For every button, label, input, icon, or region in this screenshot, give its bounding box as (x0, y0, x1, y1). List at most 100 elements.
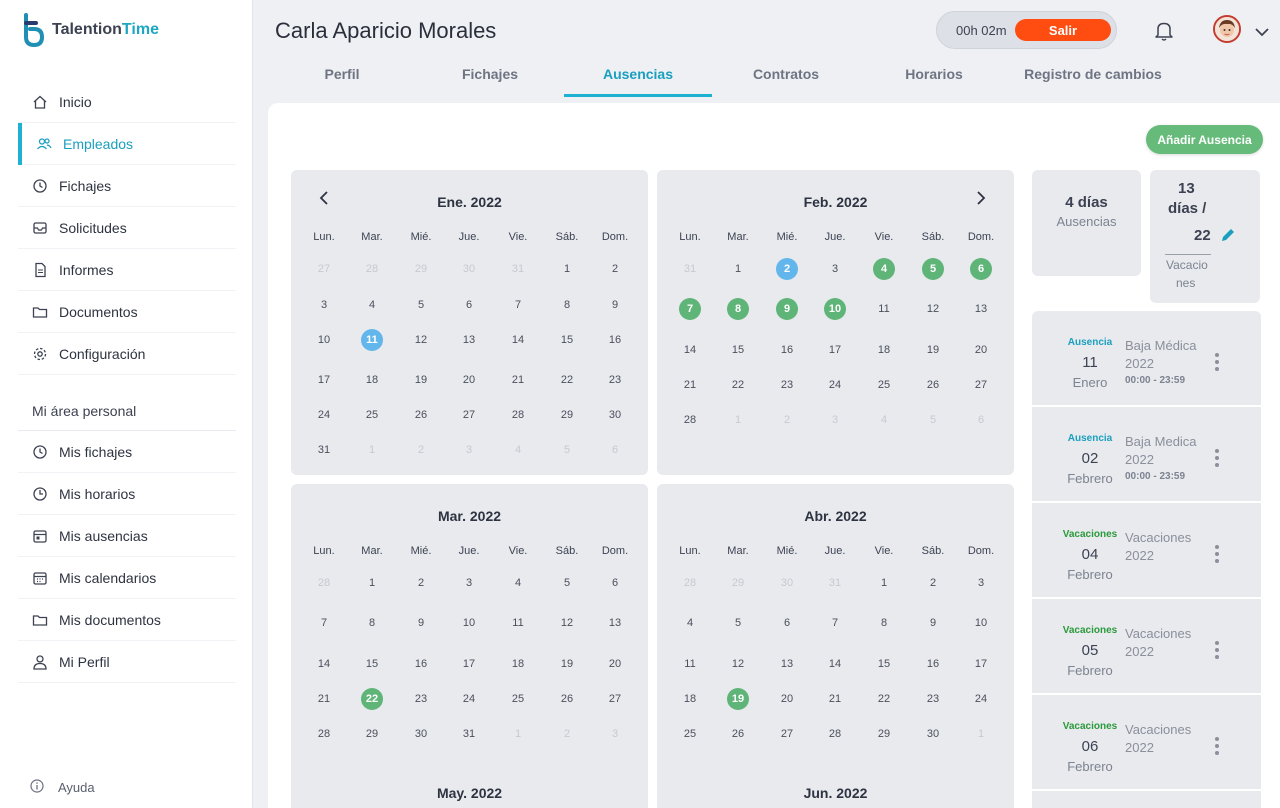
calendar-day[interactable]: 27 (313, 258, 335, 280)
calendar-day[interactable]: 20 (970, 339, 992, 361)
sidebar-item-mis-horarios[interactable]: Mis horarios (18, 473, 236, 515)
calendar-day[interactable]: 3 (313, 294, 335, 316)
calendar-day[interactable]: 27 (458, 404, 480, 426)
calendar-day[interactable]: 1 (970, 723, 992, 745)
calendar-day[interactable]: 2 (922, 572, 944, 594)
sidebar-item-mis-ausencias[interactable]: Mis ausencias (18, 515, 236, 557)
calendar-day[interactable]: 11 (873, 298, 895, 320)
calendar-day[interactable]: 29 (410, 258, 432, 280)
calendar-day[interactable]: 24 (458, 688, 480, 710)
calendar-day[interactable]: 16 (410, 653, 432, 675)
calendar-day[interactable]: 20 (604, 653, 626, 675)
calendar-day[interactable]: 1 (727, 258, 749, 280)
calendar-day[interactable]: 16 (604, 329, 626, 351)
calendar-day[interactable]: 1 (556, 258, 578, 280)
sidebar-item-mis-calendarios[interactable]: Mis calendarios (18, 557, 236, 599)
calendar-day[interactable]: 15 (727, 339, 749, 361)
calendar-day[interactable]: 21 (313, 688, 335, 710)
calendar-day[interactable]: 31 (458, 723, 480, 745)
calendar-day[interactable]: 20 (458, 369, 480, 391)
calendar-day[interactable]: 30 (458, 258, 480, 280)
calendar-day[interactable]: 16 (776, 339, 798, 361)
vacation-day[interactable]: 8 (727, 298, 749, 320)
calendar-day[interactable]: 18 (361, 369, 383, 391)
calendar-day[interactable]: 26 (922, 374, 944, 396)
calendar-day[interactable]: 6 (604, 572, 626, 594)
calendar-day[interactable]: 1 (361, 439, 383, 461)
calendar-day[interactable]: 13 (970, 298, 992, 320)
calendar-day[interactable]: 7 (824, 612, 846, 634)
calendar-day[interactable]: 14 (313, 653, 335, 675)
calendar-day[interactable]: 5 (556, 572, 578, 594)
calendar-day[interactable]: 25 (361, 404, 383, 426)
calendar-day[interactable]: 28 (313, 572, 335, 594)
calendar-day[interactable]: 9 (604, 294, 626, 316)
absence-day[interactable]: 11 (361, 329, 383, 351)
calendar-day[interactable]: 3 (824, 258, 846, 280)
calendar-day[interactable]: 16 (922, 653, 944, 675)
chevron-left-icon[interactable] (314, 188, 334, 208)
vacation-day[interactable]: 4 (873, 258, 895, 280)
sidebar-item-configuracion[interactable]: Configuración (18, 333, 236, 375)
vacation-day[interactable]: 5 (922, 258, 944, 280)
absence-day[interactable]: 2 (776, 258, 798, 280)
sidebar-item-documentos[interactable]: Documentos (18, 291, 236, 333)
calendar-day[interactable]: 27 (604, 688, 626, 710)
calendar-day[interactable]: 14 (824, 653, 846, 675)
absence-list-item[interactable]: Vacaciones 05 Febrero Vacaciones 2022 (1032, 599, 1261, 695)
calendar-day[interactable]: 10 (458, 612, 480, 634)
calendar-day[interactable]: 21 (679, 374, 701, 396)
calendar-day[interactable]: 17 (824, 339, 846, 361)
user-avatar[interactable] (1213, 15, 1241, 43)
help-link[interactable]: Ayuda (30, 779, 95, 796)
app-logo[interactable]: TalentionTime (22, 13, 159, 47)
calendar-day[interactable]: 20 (776, 688, 798, 710)
calendar-day[interactable]: 26 (410, 404, 432, 426)
sidebar-item-inicio[interactable]: Inicio (18, 81, 236, 123)
more-options-icon[interactable] (1211, 353, 1223, 377)
calendar-day[interactable]: 29 (727, 572, 749, 594)
calendar-day[interactable]: 26 (556, 688, 578, 710)
calendar-day[interactable]: 21 (507, 369, 529, 391)
calendar-day[interactable]: 5 (556, 439, 578, 461)
calendar-day[interactable]: 11 (507, 612, 529, 634)
calendar-day[interactable]: 14 (507, 329, 529, 351)
calendar-day[interactable]: 2 (410, 439, 432, 461)
calendar-day[interactable]: 30 (604, 404, 626, 426)
calendar-day[interactable]: 5 (410, 294, 432, 316)
calendar-day[interactable]: 12 (410, 329, 432, 351)
calendar-day[interactable]: 27 (970, 374, 992, 396)
absence-list-item[interactable]: Ausencia 02 Febrero Baja Medica 2022 00:00 - … (1032, 407, 1261, 503)
add-absence-button[interactable]: Añadir Ausencia (1146, 125, 1263, 154)
calendar-day[interactable]: 3 (604, 723, 626, 745)
calendar-day[interactable]: 6 (970, 409, 992, 431)
calendar-day[interactable]: 28 (507, 404, 529, 426)
calendar-day[interactable]: 2 (604, 258, 626, 280)
calendar-day[interactable]: 7 (507, 294, 529, 316)
calendar-day[interactable]: 15 (873, 653, 895, 675)
calendar-day[interactable]: 31 (507, 258, 529, 280)
calendar-day[interactable]: 1 (507, 723, 529, 745)
vacation-day[interactable]: 6 (970, 258, 992, 280)
vacation-day[interactable]: 10 (824, 298, 846, 320)
calendar-day[interactable]: 29 (873, 723, 895, 745)
chevron-down-icon[interactable] (1255, 24, 1269, 42)
calendar-day[interactable]: 30 (922, 723, 944, 745)
calendar-day[interactable]: 3 (458, 572, 480, 594)
calendar-day[interactable]: 24 (970, 688, 992, 710)
exit-button[interactable]: Salir (1015, 19, 1111, 41)
calendar-day[interactable]: 14 (679, 339, 701, 361)
calendar-day[interactable]: 18 (507, 653, 529, 675)
more-options-icon[interactable] (1211, 545, 1223, 569)
calendar-day[interactable]: 2 (556, 723, 578, 745)
calendar-day[interactable]: 10 (313, 329, 335, 351)
calendar-day[interactable]: 11 (679, 653, 701, 675)
calendar-day[interactable]: 13 (458, 329, 480, 351)
calendar-day[interactable]: 13 (604, 612, 626, 634)
calendar-day[interactable]: 6 (776, 612, 798, 634)
calendar-day[interactable]: 12 (922, 298, 944, 320)
calendar-day[interactable]: 28 (361, 258, 383, 280)
calendar-day[interactable]: 26 (727, 723, 749, 745)
more-options-icon[interactable] (1211, 641, 1223, 665)
calendar-day[interactable]: 6 (604, 439, 626, 461)
